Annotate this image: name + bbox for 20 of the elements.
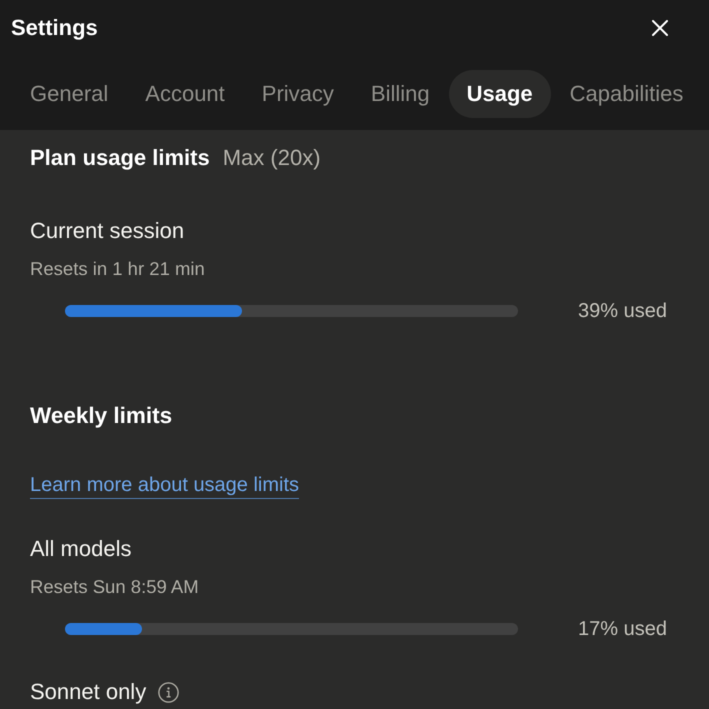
tab[interactable]: Billing [352,70,448,118]
usage-reading: 17% used [578,617,667,641]
info-icon[interactable] [158,682,180,702]
plan-name: Max (20x) [222,144,321,172]
section-title: Plan usage limits [30,144,210,172]
close-icon [652,20,668,36]
section-title: Weekly limits [30,402,172,430]
window-title: Settings [11,14,98,42]
tab[interactable]: Capabilities [552,70,702,118]
limit-title: Sonnet only [30,679,146,705]
learn-more-link[interactable]: Learn more about usage limits [30,472,300,499]
usage-reading: 39% used [578,299,667,323]
tab[interactable]: Usage [448,70,551,118]
reset-time: Resets in 1 hr 21 min [30,257,205,281]
tab[interactable]: General [12,70,126,118]
limit-title: All models [30,536,132,562]
tab[interactable]: Account [127,70,243,118]
reset-time: Resets Sun 8:59 AM [30,575,199,599]
limit-title: Current session [30,218,184,244]
tab[interactable]: Privacy [244,70,352,118]
